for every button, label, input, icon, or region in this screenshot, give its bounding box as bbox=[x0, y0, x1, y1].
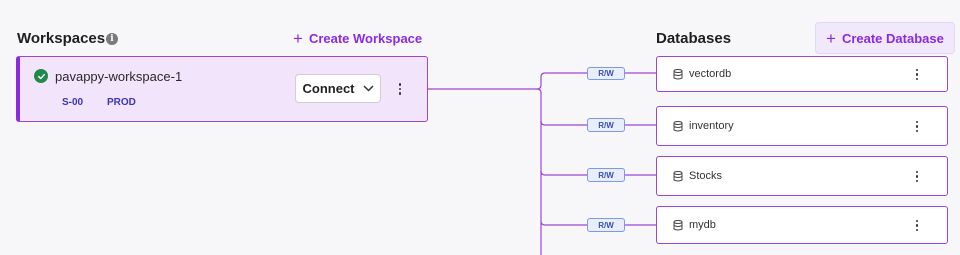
access-badge: R/W bbox=[587, 118, 625, 132]
access-badge: R/W bbox=[587, 218, 625, 232]
database-card-vectordb[interactable]: vectordb bbox=[656, 56, 948, 92]
database-card-mydb[interactable]: mydb bbox=[656, 206, 948, 244]
access-badge: R/W bbox=[587, 168, 625, 182]
access-badge: R/W bbox=[587, 67, 625, 80]
workspace-more-icon[interactable] bbox=[396, 82, 404, 96]
database-more-icon[interactable] bbox=[913, 68, 921, 81]
chevron-down-icon bbox=[362, 85, 374, 92]
database-name: mydb bbox=[689, 219, 716, 231]
workspace-card[interactable]: pavappy-workspace-1 S-00 PROD Connect bbox=[16, 56, 428, 122]
connect-label: Connect bbox=[302, 81, 355, 96]
database-name: inventory bbox=[689, 120, 734, 132]
branch-stocks bbox=[540, 170, 587, 176]
workspace-env-badge: PROD bbox=[107, 97, 136, 108]
status-check-icon bbox=[34, 69, 48, 83]
database-name: vectordb bbox=[689, 68, 732, 80]
database-more-icon[interactable] bbox=[913, 219, 921, 232]
database-more-icon[interactable] bbox=[913, 120, 921, 133]
database-card-stocks[interactable]: Stocks bbox=[656, 156, 948, 196]
database-name: Stocks bbox=[689, 170, 723, 182]
database-icon bbox=[673, 219, 683, 230]
workspace-size-badge: S-00 bbox=[62, 97, 84, 108]
branch-vectordb bbox=[536, 72, 587, 90]
branch-mydb bbox=[540, 220, 587, 226]
database-more-icon[interactable] bbox=[913, 170, 921, 183]
connect-button[interactable]: Connect bbox=[295, 74, 381, 103]
database-icon bbox=[673, 120, 683, 131]
workspace-name: pavappy-workspace-1 bbox=[55, 69, 183, 84]
database-card-inventory[interactable]: inventory bbox=[656, 106, 948, 146]
database-icon bbox=[673, 170, 683, 181]
database-icon bbox=[673, 68, 683, 79]
branch-inventory bbox=[540, 120, 587, 126]
